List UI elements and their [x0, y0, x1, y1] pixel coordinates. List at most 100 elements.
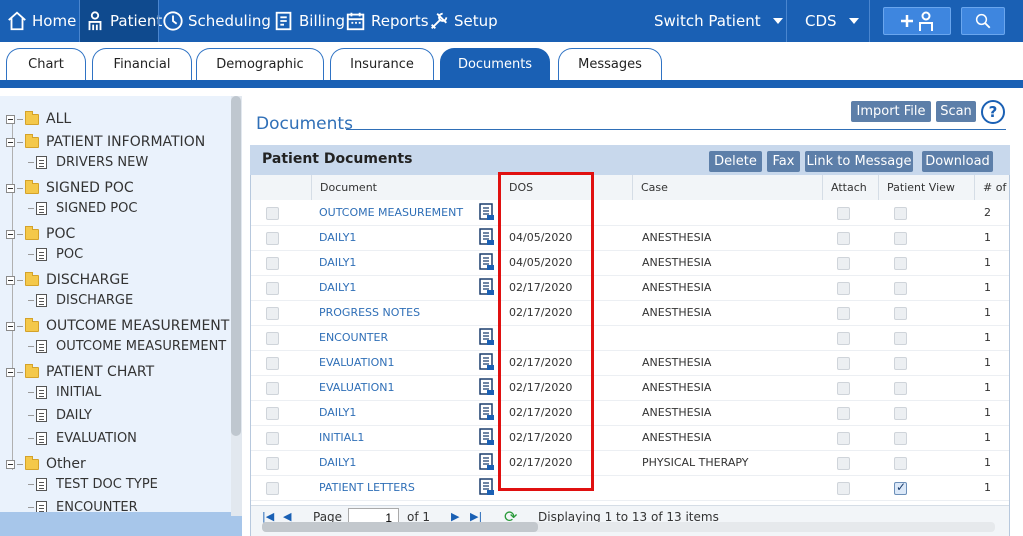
attach-checkbox[interactable]	[837, 382, 850, 395]
table-hscrollbar-thumb[interactable]	[262, 522, 538, 532]
patient-view-checkbox[interactable]	[894, 307, 907, 320]
attach-checkbox[interactable]	[837, 257, 850, 270]
patient-view-checkbox[interactable]	[894, 282, 907, 295]
patient-view-checkbox[interactable]	[894, 232, 907, 245]
row-select-checkbox[interactable]	[266, 307, 279, 320]
document-view-icon[interactable]	[479, 453, 495, 471]
nav-setup[interactable]: Setup	[428, 0, 498, 42]
attach-checkbox[interactable]	[837, 482, 850, 495]
document-view-icon[interactable]	[479, 403, 495, 421]
collapse-icon[interactable]	[6, 459, 15, 469]
row-select-checkbox[interactable]	[266, 407, 279, 420]
document-link[interactable]: DAILY1	[319, 456, 356, 469]
cds-dropdown[interactable]: CDS	[805, 0, 859, 42]
patient-view-checkbox[interactable]	[894, 357, 907, 370]
document-view-icon[interactable]	[479, 478, 495, 496]
tab-messages[interactable]: Messages	[558, 48, 662, 80]
search-button[interactable]	[961, 7, 1005, 35]
tab-financial[interactable]: Financial	[92, 48, 192, 80]
document-link[interactable]: ENCOUNTER	[319, 331, 388, 344]
tree-group-patient-information[interactable]: PATIENT INFORMATION	[6, 133, 205, 150]
import-file-button[interactable]: Import File	[851, 101, 931, 122]
row-select-checkbox[interactable]	[266, 357, 279, 370]
nav-patient[interactable]: Patient	[80, 0, 162, 42]
nav-home[interactable]: Home	[6, 0, 76, 42]
row-select-checkbox[interactable]	[266, 457, 279, 470]
column-header-document[interactable]: Document	[311, 175, 498, 200]
tab-documents[interactable]: Documents	[440, 48, 550, 80]
column-header-count[interactable]: # of	[974, 175, 1009, 200]
document-view-icon[interactable]	[479, 428, 495, 446]
document-link[interactable]: DAILY1	[319, 231, 356, 244]
column-header-attach[interactable]: Attach	[822, 175, 878, 200]
document-view-icon[interactable]	[479, 278, 495, 296]
patient-view-checkbox[interactable]	[894, 457, 907, 470]
tree-item-daily[interactable]: DAILY	[28, 408, 92, 423]
document-view-icon[interactable]	[479, 353, 495, 371]
tree-item-discharge[interactable]: DISCHARGE	[28, 293, 133, 308]
collapse-icon[interactable]	[6, 321, 15, 331]
document-link[interactable]: PATIENT LETTERS	[319, 481, 415, 494]
tree-group-other[interactable]: Other	[6, 455, 86, 472]
document-view-icon[interactable]	[479, 228, 495, 246]
link-to-message-button[interactable]: Link to Message	[805, 151, 913, 172]
tab-demographic[interactable]: Demographic	[196, 48, 324, 80]
document-link[interactable]: DAILY1	[319, 281, 356, 294]
collapse-icon[interactable]	[6, 275, 15, 285]
help-icon[interactable]: ?	[981, 100, 1005, 124]
column-header-patient-view[interactable]: Patient View	[878, 175, 974, 200]
document-link[interactable]: DAILY1	[319, 406, 356, 419]
document-link[interactable]: EVALUATION1	[319, 356, 394, 369]
attach-checkbox[interactable]	[837, 332, 850, 345]
tree-item-outcome-measurement[interactable]: OUTCOME MEASUREMENT	[28, 339, 226, 354]
scan-button[interactable]: Scan	[936, 101, 976, 122]
document-view-icon[interactable]	[479, 378, 495, 396]
document-link[interactable]: PROGRESS NOTES	[319, 306, 420, 319]
document-link[interactable]: DAILY1	[319, 256, 356, 269]
collapse-icon[interactable]	[6, 114, 15, 124]
delete-button[interactable]: Delete	[709, 151, 762, 172]
row-select-checkbox[interactable]	[266, 482, 279, 495]
nav-reports[interactable]: Reports	[345, 0, 429, 42]
row-select-checkbox[interactable]	[266, 332, 279, 345]
row-select-checkbox[interactable]	[266, 207, 279, 220]
row-select-checkbox[interactable]	[266, 282, 279, 295]
tab-insurance[interactable]: Insurance	[330, 48, 434, 80]
row-select-checkbox[interactable]	[266, 232, 279, 245]
tree-item-test-doc-type[interactable]: TEST DOC TYPE	[28, 477, 158, 492]
tree-group-discharge[interactable]: DISCHARGE	[6, 271, 129, 288]
switch-patient-dropdown[interactable]: Switch Patient	[654, 0, 783, 42]
tree-group-signed-poc[interactable]: SIGNED POC	[6, 179, 134, 196]
patient-view-checkbox[interactable]	[894, 480, 907, 495]
sidebar-scrollbar-thumb[interactable]	[231, 96, 241, 436]
patient-view-checkbox[interactable]	[894, 207, 907, 220]
nav-billing[interactable]: Billing	[273, 0, 345, 42]
attach-checkbox[interactable]	[837, 282, 850, 295]
document-link[interactable]: INITIAL1	[319, 431, 364, 444]
row-select-checkbox[interactable]	[266, 257, 279, 270]
patient-view-checkbox[interactable]	[894, 432, 907, 445]
add-patient-button[interactable]	[883, 7, 951, 35]
nav-scheduling[interactable]: Scheduling	[162, 0, 271, 42]
column-header-case[interactable]: Case	[632, 175, 822, 200]
tree-group-patient-chart[interactable]: PATIENT CHART	[6, 363, 154, 380]
download-button[interactable]: Download	[922, 151, 993, 172]
attach-checkbox[interactable]	[837, 357, 850, 370]
patient-view-checkbox[interactable]	[894, 332, 907, 345]
document-view-icon[interactable]	[479, 328, 495, 346]
patient-view-checkbox[interactable]	[894, 382, 907, 395]
document-view-icon[interactable]	[479, 253, 495, 271]
fax-button[interactable]: Fax	[767, 151, 800, 172]
attach-checkbox[interactable]	[837, 407, 850, 420]
tree-item-signed-poc[interactable]: SIGNED POC	[28, 201, 137, 216]
row-select-checkbox[interactable]	[266, 432, 279, 445]
tree-group-outcome-measurement[interactable]: OUTCOME MEASUREMENT	[6, 317, 229, 334]
tree-item-initial[interactable]: INITIAL	[28, 385, 101, 400]
attach-checkbox[interactable]	[837, 207, 850, 220]
tree-item-drivers-new[interactable]: DRIVERS NEW	[28, 155, 148, 170]
document-link[interactable]: EVALUATION1	[319, 381, 394, 394]
collapse-icon[interactable]	[6, 137, 15, 147]
collapse-icon[interactable]	[6, 367, 15, 377]
document-link[interactable]: OUTCOME MEASUREMENT	[319, 206, 463, 219]
row-select-checkbox[interactable]	[266, 382, 279, 395]
